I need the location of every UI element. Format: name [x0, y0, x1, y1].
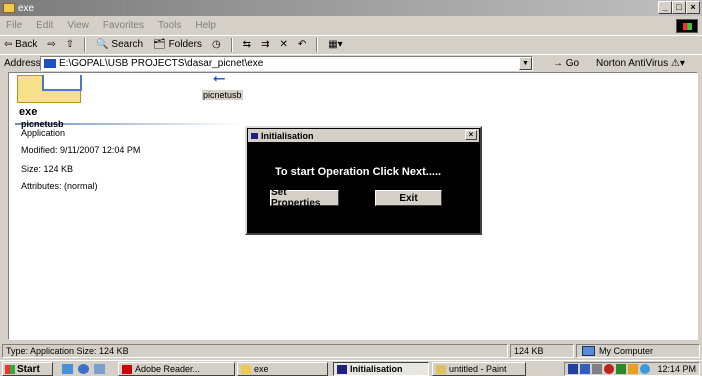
start-button[interactable]: Start [2, 362, 53, 376]
window-controls: _ □ × [658, 1, 700, 14]
status-bar: Type: Application Size: 124 KB 124 KB My… [0, 344, 702, 359]
window-title: exe [18, 2, 35, 14]
task-label: untitled - Paint [449, 364, 507, 374]
clock[interactable]: 12:14 PM [657, 364, 696, 374]
task-label: exe [254, 364, 269, 374]
adobe-reader-icon [122, 364, 132, 374]
task-label: Initialisation [350, 364, 403, 374]
close-button[interactable]: × [686, 1, 700, 14]
go-label: Go [565, 58, 580, 69]
set-properties-button[interactable]: Set Properties [269, 187, 340, 209]
file-label-picnetusb[interactable]: picnetusb [202, 90, 243, 100]
norton-tray-icon[interactable] [628, 364, 638, 374]
show-desktop-icon[interactable] [62, 364, 73, 374]
maximize-button[interactable]: □ [672, 1, 686, 14]
paint-icon [436, 364, 446, 374]
menu-bar: File Edit View Favorites Tools Help [0, 17, 702, 34]
folder-icon [17, 75, 82, 103]
back-button[interactable]: ⇦ Back [4, 39, 37, 50]
menu-edit[interactable]: Edit [36, 20, 53, 31]
history-icon[interactable]: ◷ [212, 39, 221, 50]
folders-label: Folders [168, 39, 202, 50]
taskbar-exe[interactable]: exe [237, 362, 328, 376]
toolbar-separator [316, 37, 319, 52]
task-label: Adobe Reader... [135, 364, 201, 374]
window-titlebar[interactable]: exe _ □ × [0, 0, 702, 16]
dialog-close-button[interactable]: × [465, 130, 477, 140]
initialisation-dialog: Initialisation × To start Operation Clic… [245, 126, 482, 235]
my-computer-icon [582, 346, 595, 356]
folder-icon [44, 59, 56, 68]
start-label: Start [17, 363, 40, 375]
folder-icon [241, 364, 251, 374]
status-zone: My Computer [576, 344, 700, 358]
search-button[interactable]: 🔍 Search [96, 39, 143, 50]
messenger-icon[interactable] [640, 364, 650, 374]
exit-button[interactable]: Exit [374, 189, 443, 207]
address-input[interactable]: E:\GOPAL\USB PROJECTS\dasar_picnet\exe ▼ [40, 56, 533, 71]
folder-icon [3, 3, 15, 13]
address-label: Address [4, 57, 41, 69]
taskbar-initialisation[interactable]: Initialisation [333, 362, 429, 376]
windows-logo-icon [676, 19, 698, 33]
status-type-size: Type: Application Size: 124 KB [2, 344, 508, 358]
selected-file-modified: Modified: 9/11/2007 12:04 PM [21, 145, 141, 155]
views-icon[interactable]: ▦▾ [328, 39, 342, 50]
search-icon: 🔍 [96, 39, 109, 50]
delete-icon[interactable]: ✕ [279, 39, 287, 50]
app-icon [251, 132, 258, 139]
up-folder-icon[interactable]: ⇧ [66, 39, 74, 50]
toolbar-separator [84, 37, 87, 52]
selected-file-type: Application [21, 128, 66, 138]
selected-file-attributes: Attributes: (normal) [21, 181, 98, 191]
outlook-express-icon[interactable] [94, 364, 105, 374]
menu-view[interactable]: View [67, 20, 89, 31]
copy-to-icon[interactable]: ⇉ [261, 39, 269, 50]
go-button[interactable]: → Go [553, 58, 579, 69]
display-icon[interactable] [580, 364, 590, 374]
taskbar-adobe-reader[interactable]: Adobe Reader... [118, 362, 235, 376]
forward-button[interactable]: ⇨ [47, 39, 55, 50]
details-panel: exe [13, 73, 243, 339]
usb-icon[interactable]: ⭠ [209, 71, 229, 87]
taskbar: Start Adobe Reader... exe Initialisation… [0, 360, 702, 376]
selected-file-size: Size: 124 KB [21, 164, 74, 174]
network-icon[interactable] [568, 364, 578, 374]
windows-flag-icon [5, 364, 15, 374]
volume-icon[interactable] [592, 364, 602, 374]
menu-tools[interactable]: Tools [158, 20, 181, 31]
address-value: E:\GOPAL\USB PROJECTS\dasar_picnet\exe [59, 58, 264, 69]
system-tray: 12:14 PM [564, 362, 700, 376]
toolbar-separator [230, 37, 233, 52]
norton-antivirus-button[interactable]: Norton AntiVirus ⚠▾ [596, 58, 685, 69]
dialog-titlebar[interactable]: Initialisation × [248, 129, 479, 142]
menu-help[interactable]: Help [195, 20, 216, 31]
standard-toolbar: ⇦ Back ⇨ ⇧ 🔍 Search 🗂 Folders ◷ ⇆ ⇉ ✕ ↶ … [0, 35, 702, 53]
menu-file[interactable]: File [6, 20, 22, 31]
search-label: Search [111, 39, 144, 50]
undo-icon[interactable]: ↶ [298, 39, 306, 50]
move-to-icon[interactable]: ⇆ [243, 39, 251, 50]
menu-favorites[interactable]: Favorites [103, 20, 144, 31]
address-dropdown-button[interactable]: ▼ [519, 57, 532, 70]
folder-name-heading: exe [19, 106, 38, 118]
status-zone-label: My Computer [599, 346, 654, 356]
minimize-button[interactable]: _ [658, 1, 672, 14]
security-icon[interactable] [616, 364, 626, 374]
folders-button[interactable]: 🗂 Folders [153, 39, 202, 50]
dialog-title: Initialisation [261, 130, 314, 141]
app-icon [337, 364, 347, 374]
norton-icon: ⚠▾ [670, 58, 685, 69]
norton-label: Norton AntiVirus [596, 58, 669, 69]
folders-icon: 🗂 [153, 39, 166, 50]
dialog-message: To start Operation Click Next..... [275, 166, 442, 178]
taskbar-paint[interactable]: untitled - Paint [432, 362, 526, 376]
antivirus-icon[interactable] [604, 364, 614, 374]
status-size: 124 KB [510, 344, 574, 358]
internet-explorer-icon[interactable] [78, 364, 89, 374]
address-bar: Address E:\GOPAL\USB PROJECTS\dasar_picn… [0, 54, 702, 71]
go-icon: → [553, 58, 563, 69]
